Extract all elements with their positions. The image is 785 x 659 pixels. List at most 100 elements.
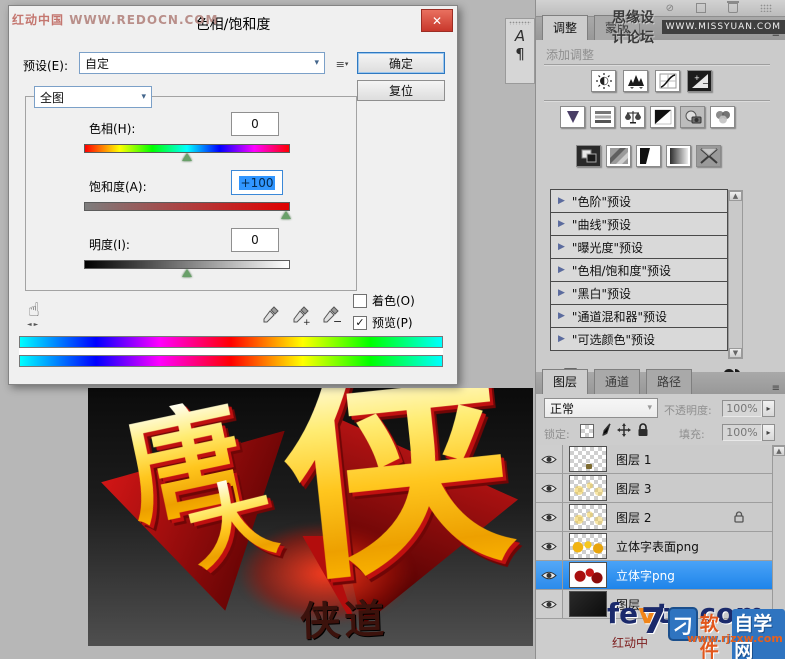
preset-options-button[interactable]: ≡ ▾ [331, 55, 353, 73]
channel-mixer-icon[interactable] [710, 106, 735, 128]
tab-channels[interactable]: 通道 [594, 369, 641, 394]
eyedropper-icon[interactable] [261, 304, 281, 326]
selective-color-icon[interactable] [696, 145, 721, 167]
blend-mode-select[interactable]: 正常 ▾ [544, 398, 658, 418]
preview-checkbox[interactable]: ✓ [353, 315, 367, 330]
expand-arrow-icon[interactable]: ▶ [558, 242, 565, 252]
visibility-eye-icon[interactable] [536, 532, 563, 560]
on-image-adjust-tool[interactable]: ☝ ◄► [27, 299, 40, 328]
expand-arrow-icon[interactable]: ▶ [558, 219, 565, 229]
ok-button[interactable]: 确定 [357, 52, 445, 74]
watermark-rjzxw-seven: 7 [641, 601, 667, 642]
lock-position-icon[interactable] [617, 423, 631, 437]
preset-row-channel-mixer[interactable]: ▶ "通道混和器"预设 [550, 304, 728, 328]
color-balance-icon[interactable] [620, 106, 645, 128]
brightness-contrast-icon[interactable] [591, 70, 616, 92]
hue-slider-handle[interactable] [182, 153, 192, 161]
preview-option[interactable]: ✓ 预览(P) [353, 314, 413, 331]
reset-button[interactable]: 复位 [357, 80, 445, 101]
opacity-spinner[interactable]: ▸ [762, 400, 775, 417]
layer-thumbnail[interactable] [569, 591, 607, 617]
channel-select[interactable]: 全图 ▾ [34, 86, 152, 108]
hue-label: 色相(H): [89, 122, 136, 136]
expand-arrow-icon[interactable]: ▶ [558, 196, 565, 206]
photo-filter-icon[interactable] [680, 106, 705, 128]
expand-arrow-icon[interactable]: ▶ [558, 265, 565, 275]
fill-spinner[interactable]: ▸ [762, 424, 775, 441]
lightness-input[interactable]: 0 [231, 228, 279, 252]
colorize-option[interactable]: 着色(O) [353, 292, 415, 309]
lock-all-icon[interactable] [637, 423, 649, 437]
gradient-map-icon[interactable] [666, 145, 691, 167]
close-button[interactable]: ✕ [421, 9, 453, 32]
layer-thumbnail[interactable] [569, 562, 607, 588]
visibility-eye-icon[interactable] [536, 503, 563, 531]
tab-layers[interactable]: 图层 [542, 369, 589, 394]
subtract-eyedropper-icon[interactable]: − [321, 304, 341, 326]
lock-image-pixels-icon[interactable] [599, 423, 612, 437]
posterize-icon[interactable] [606, 145, 631, 167]
vibrance-icon[interactable] [560, 106, 585, 128]
curves-icon[interactable] [655, 70, 680, 92]
visibility-eye-icon[interactable] [536, 561, 563, 589]
layer-name[interactable]: 图层 3 [616, 480, 651, 497]
layer-thumbnail[interactable] [569, 504, 607, 530]
saturation-slider-track[interactable] [84, 202, 290, 211]
visibility-eye-icon[interactable] [536, 590, 563, 618]
invert-icon[interactable] [576, 145, 601, 167]
add-eyedropper-icon[interactable]: + [291, 304, 311, 326]
collapsed-panel-dock: A ¶ [505, 18, 535, 84]
layer-thumbnail[interactable] [569, 533, 607, 559]
exposure-icon[interactable]: + − [687, 70, 712, 92]
colorize-checkbox[interactable] [353, 293, 367, 308]
character-panel-icon[interactable]: A [506, 27, 534, 45]
preset-row-hue-saturation[interactable]: ▶ "色相/饱和度"预设 [550, 258, 728, 282]
layer-row-selected[interactable]: 立体字png [536, 561, 772, 590]
layer-row[interactable]: 图层 3 [536, 474, 772, 503]
lightness-slider-track[interactable] [84, 260, 290, 269]
hue-input[interactable]: 0 [231, 112, 279, 136]
layer-thumbnail[interactable] [569, 475, 607, 501]
paragraph-panel-icon[interactable]: ¶ [506, 45, 534, 63]
hue-saturation-icon[interactable] [590, 106, 615, 128]
expand-arrow-icon[interactable]: ▶ [558, 288, 565, 298]
dock-grip[interactable] [509, 21, 531, 25]
fill-value[interactable]: 100% [722, 424, 762, 441]
black-white-icon[interactable] [650, 106, 675, 128]
layer-row[interactable]: 立体字表面png [536, 532, 772, 561]
threshold-icon[interactable] [636, 145, 661, 167]
preset-list-scrollbar[interactable]: ▲ ▼ [728, 190, 743, 359]
expand-arrow-icon[interactable]: ▶ [558, 311, 565, 321]
opacity-value[interactable]: 100% [722, 400, 762, 417]
layer-name[interactable]: 图层 1 [616, 451, 651, 468]
expand-arrow-icon[interactable]: ▶ [558, 334, 565, 344]
preset-row-curves[interactable]: ▶ "曲线"预设 [550, 212, 728, 236]
preset-select[interactable]: 自定 ▾ [79, 52, 325, 74]
layer-thumbnail[interactable] [569, 446, 607, 472]
preset-row-levels[interactable]: ▶ "色阶"预设 [550, 189, 728, 213]
lightness-slider-handle[interactable] [182, 269, 192, 277]
panel-menu-icon[interactable]: ≡ [772, 383, 785, 394]
layer-name[interactable]: 图层 2 [616, 509, 651, 526]
preset-row-exposure[interactable]: ▶ "曝光度"预设 [550, 235, 728, 259]
preset-row-selective-color[interactable]: ▶ "可选颜色"预设 [550, 327, 728, 351]
visibility-eye-icon[interactable] [536, 474, 563, 502]
scroll-up-icon[interactable]: ▲ [773, 446, 785, 456]
tab-adjustments[interactable]: 调整 [542, 15, 589, 40]
layer-name[interactable]: 立体字png [616, 567, 675, 584]
layer-row[interactable]: 图层 2 [536, 503, 772, 532]
levels-icon[interactable] [623, 70, 648, 92]
tab-paths[interactable]: 路径 [646, 369, 693, 394]
saturation-input[interactable]: +100 [231, 170, 283, 195]
preset-row-black-white[interactable]: ▶ "黑白"预设 [550, 281, 728, 305]
layer-row[interactable]: 图层 1 [536, 445, 772, 474]
hue-slider-track[interactable] [84, 144, 290, 153]
visibility-eye-icon[interactable] [536, 445, 563, 473]
saturation-slider-handle[interactable] [281, 211, 291, 219]
scroll-up-icon[interactable]: ▲ [729, 191, 742, 201]
panel-dock: ⊘ 调整 蒙版 ≡ 添加调整 + − ▶ "色阶"预设 ▶ "曲线"预设 ▶ "… [535, 0, 785, 659]
lock-transparent-pixels-icon[interactable] [580, 424, 594, 438]
scroll-down-icon[interactable]: ▼ [729, 348, 742, 358]
layer-name[interactable]: 立体字表面png [616, 538, 699, 555]
document-canvas[interactable]: 唐 大 侠 侠道 [88, 388, 533, 646]
